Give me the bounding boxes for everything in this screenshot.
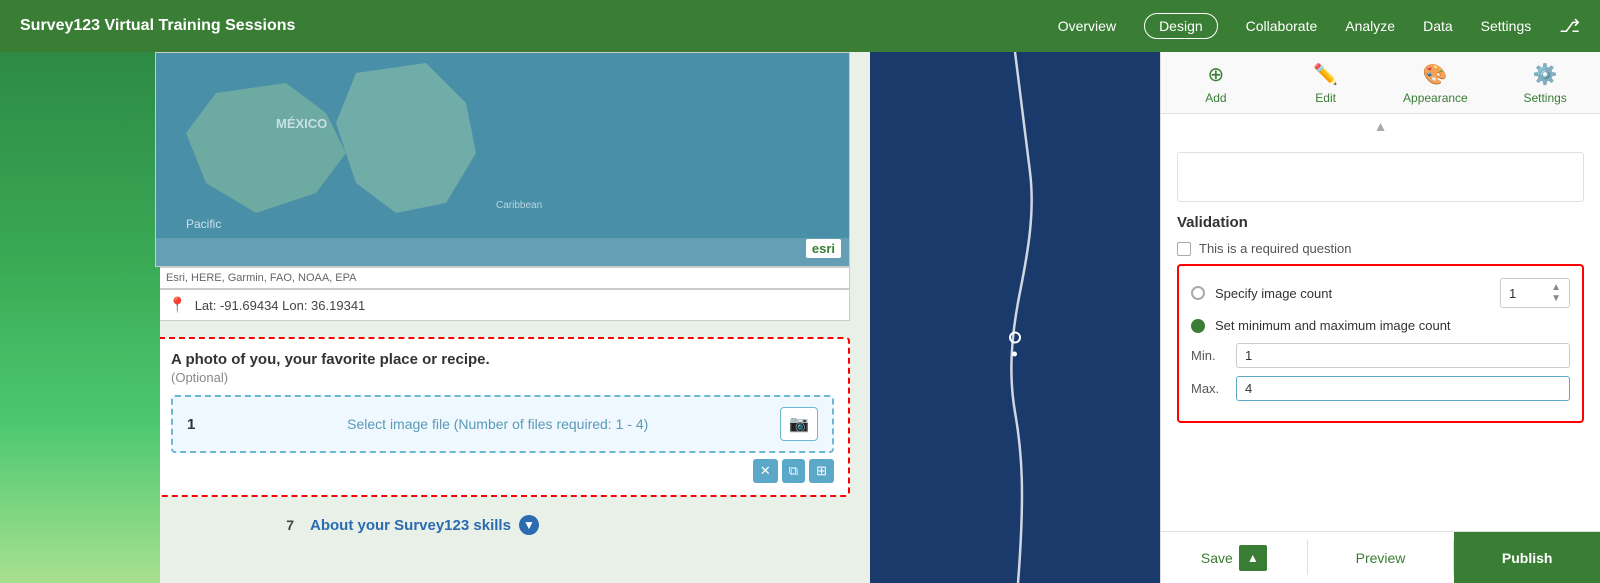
map-coordinates: Lat: -91.69434 Lon: 36.19341 [195,298,366,313]
right-panel: ⊕ Add ✏️ Edit 🎨 Appearance ⚙️ Settings ▲ [1160,52,1600,583]
min-input[interactable] [1236,343,1570,368]
image-number: 1 [187,416,195,433]
min-max-section: Min. Max. [1191,343,1570,401]
edit-icon: ✏️ [1313,62,1338,87]
share-icon[interactable]: ⎇ [1559,16,1580,37]
esri-logo: esri [806,239,841,258]
set-min-max-row: Set minimum and maximum image count [1191,318,1570,333]
question-7-row: 7 About your Survey123 skills ▼ [155,515,850,535]
required-label: This is a required question [1199,241,1351,256]
main-layout: MÉXICO Caribbean Pacific esri Esri, HERE… [0,52,1600,583]
map-side-panel [870,52,1160,583]
app-title: Survey123 Virtual Training Sessions [20,17,295,35]
question-6-optional: (Optional) [171,370,834,385]
max-row: Max. [1191,376,1570,401]
map-section: MÉXICO Caribbean Pacific esri [155,52,850,267]
right-toolbar: ⊕ Add ✏️ Edit 🎨 Appearance ⚙️ Settings [1161,52,1600,114]
nav-links: Overview Design Collaborate Analyze Data… [1058,13,1580,39]
dot-indicator [1009,332,1021,357]
image-placeholder: Select image file (Number of files requi… [215,416,780,432]
max-input[interactable] [1236,376,1570,401]
map-attribution-bar: Esri, HERE, Garmin, FAO, NOAA, EPA [155,267,850,289]
spinner-arrows[interactable]: ▲ ▼ [1551,282,1561,304]
nav-design[interactable]: Design [1144,13,1218,39]
appearance-label: Appearance [1403,91,1468,105]
coords-bar: 📍 Lat: -91.69434 Lon: 36.19341 [155,289,850,321]
save-dropdown-arrow[interactable]: ▲ [1239,545,1267,571]
publish-button[interactable]: Publish [1454,532,1600,583]
specify-count-row: Specify image count 1 ▲ ▼ [1191,278,1570,308]
image-action-bar: ✕ ⧉ ⊞ [171,459,834,483]
question-7-expand-icon[interactable]: ▼ [519,515,539,535]
settings-icon: ⚙️ [1533,62,1558,87]
validation-title: Validation [1177,214,1584,231]
bottom-bar: Save ▲ Preview Publish [1161,531,1600,583]
location-dot-outline [1009,332,1021,344]
settings-label: Settings [1523,91,1566,105]
preview-label: Preview [1356,550,1406,566]
required-row: This is a required question [1177,241,1584,256]
map-attribution-text: Esri, HERE, Garmin, FAO, NOAA, EPA [166,272,357,284]
save-label: Save [1201,550,1233,566]
required-checkbox[interactable] [1177,242,1191,256]
add-label: Add [1205,91,1226,105]
pin-icon: 📍 [168,296,187,314]
top-white-box [1177,152,1584,202]
publish-label: Publish [1502,550,1553,566]
copy-image-button[interactable]: ⧉ [782,459,805,483]
specify-count-input[interactable]: 1 ▲ ▼ [1500,278,1570,308]
left-sidebar-decoration [0,52,160,583]
spinner-up-icon[interactable]: ▲ [1551,282,1561,293]
save-button[interactable]: Save ▲ [1161,532,1307,583]
svg-text:Caribbean: Caribbean [496,200,542,211]
edit-button[interactable]: ✏️ Edit [1271,52,1381,113]
scroll-up-button[interactable]: ▲ [1161,114,1600,138]
appearance-icon: 🎨 [1423,62,1448,87]
min-label: Min. [1191,348,1226,363]
specify-count-radio[interactable] [1191,286,1205,300]
specify-count-value: 1 [1509,286,1551,301]
question-7-number: 7 [155,517,310,533]
add-icon: ⊕ [1207,62,1224,87]
validation-section: Validation This is a required question S… [1177,214,1584,423]
spinner-down-icon[interactable]: ▼ [1551,293,1561,304]
question-6-content: A photo of you, your favorite place or r… [155,337,850,497]
top-navigation: Survey123 Virtual Training Sessions Over… [0,0,1600,52]
nav-analyze[interactable]: Analyze [1345,18,1395,34]
nav-settings[interactable]: Settings [1481,18,1532,34]
min-row: Min. [1191,343,1570,368]
nav-overview[interactable]: Overview [1058,18,1116,34]
set-min-max-radio[interactable] [1191,319,1205,333]
image-upload-box[interactable]: 1 Select image file (Number of files req… [171,395,834,453]
svg-text:Pacific: Pacific [186,217,221,231]
question-7-label: About your Survey123 skills [310,517,511,534]
question-6-label: A photo of you, your favorite place or r… [171,351,834,368]
specify-count-label: Specify image count [1215,286,1332,301]
appearance-button[interactable]: 🎨 Appearance [1381,52,1491,113]
location-dot-small [1012,352,1017,357]
image-count-box: Specify image count 1 ▲ ▼ Set minimum a [1177,264,1584,423]
add-button[interactable]: ⊕ Add [1161,52,1271,113]
edit-label: Edit [1315,91,1336,105]
survey-panel: MÉXICO Caribbean Pacific esri Esri, HERE… [0,52,870,583]
settings-button[interactable]: ⚙️ Settings [1490,52,1600,113]
svg-text:MÉXICO: MÉXICO [276,116,327,131]
set-min-max-label: Set minimum and maximum image count [1215,318,1451,333]
right-content: Validation This is a required question S… [1161,138,1600,531]
nav-collaborate[interactable]: Collaborate [1246,18,1318,34]
preview-button[interactable]: Preview [1308,532,1454,583]
camera-button[interactable]: 📷 [780,407,818,441]
max-label: Max. [1191,381,1226,396]
move-image-button[interactable]: ⊞ [809,459,834,483]
delete-image-button[interactable]: ✕ [753,459,778,483]
nav-data[interactable]: Data [1423,18,1453,34]
